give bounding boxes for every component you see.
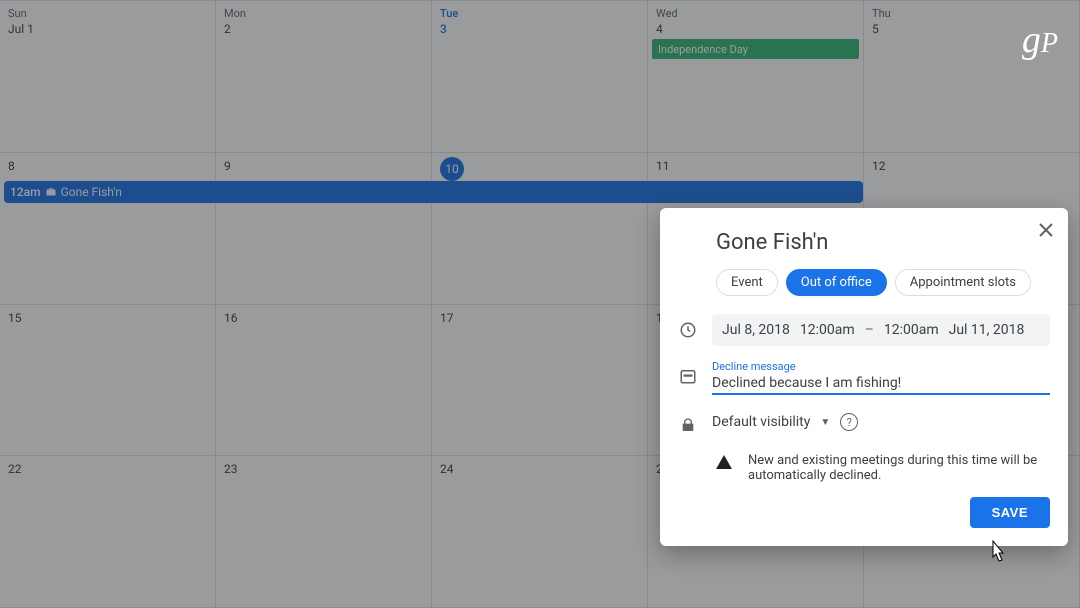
end-time[interactable]: 12:00am [884, 322, 939, 338]
start-time[interactable]: 12:00am [800, 322, 855, 338]
decline-row: Decline message Declined because I am fi… [678, 360, 1050, 395]
chevron-down-icon[interactable]: ▼ [820, 417, 830, 428]
dash: – [865, 322, 874, 338]
datetime-field[interactable]: Jul 8, 2018 12:00am – 12:00am Jul 11, 20… [712, 314, 1050, 346]
event-type-tabs: Event Out of office Appointment slots [716, 269, 1050, 296]
visibility-row: Default visibility ▼ ? [678, 409, 1050, 435]
clock-icon [678, 320, 698, 340]
decline-message-field[interactable]: Decline message Declined because I am fi… [712, 360, 1050, 395]
event-dialog: Gone Fish'n Event Out of office Appointm… [660, 208, 1068, 546]
datetime-row: Jul 8, 2018 12:00am – 12:00am Jul 11, 20… [678, 314, 1050, 346]
tab-appointment-slots[interactable]: Appointment slots [895, 269, 1031, 296]
tab-event[interactable]: Event [716, 269, 778, 296]
help-icon[interactable]: ? [840, 413, 858, 431]
warning-text: New and existing meetings during this ti… [748, 453, 1050, 483]
decline-value[interactable]: Declined because I am fishing! [712, 375, 1050, 391]
event-title[interactable]: Gone Fish'n [716, 230, 1050, 255]
auto-decline-warning: New and existing meetings during this ti… [716, 453, 1050, 483]
start-date[interactable]: Jul 8, 2018 [722, 322, 790, 338]
calendar-busy-icon [678, 366, 698, 386]
decline-label: Decline message [712, 360, 1050, 373]
visibility-select[interactable]: Default visibility [712, 414, 810, 430]
site-logo: gP [1022, 18, 1058, 62]
end-date[interactable]: Jul 11, 2018 [949, 322, 1025, 338]
lock-icon [678, 415, 698, 435]
save-button[interactable]: SAVE [970, 497, 1050, 528]
tab-out-of-office[interactable]: Out of office [786, 269, 887, 296]
close-icon[interactable] [1034, 218, 1058, 242]
warning-icon [716, 455, 732, 469]
